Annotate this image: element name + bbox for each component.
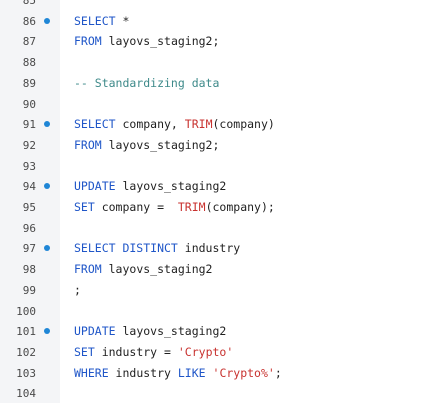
code-token: WHERE (74, 365, 109, 380)
code-token: TRIM (177, 200, 206, 214)
code-text[interactable]: FROM layovs_staging2; (74, 135, 219, 156)
code-token: LIKE (177, 365, 206, 380)
code-line[interactable]: 93 (0, 156, 424, 177)
code-line[interactable]: 102 SET industry = 'Crypto' (0, 342, 424, 363)
code-text[interactable]: WHERE industry LIKE 'Crypto%'; (74, 363, 282, 384)
code-token: SET (74, 200, 95, 214)
code-token: layovs_staging2 (115, 179, 227, 194)
statement-marker-icon[interactable] (44, 121, 50, 128)
code-line[interactable]: 99; (0, 280, 424, 301)
line-number: 98 (22, 263, 36, 277)
statement-marker-icon[interactable] (44, 17, 50, 24)
code-text[interactable]: SELECT * (74, 11, 129, 32)
line-number: 86 (22, 14, 36, 28)
code-token: SELECT DISTINCT (74, 241, 178, 256)
code-token: 'Crypto%' (212, 365, 275, 380)
line-number: 88 (22, 56, 36, 70)
code-token: FROM (74, 262, 102, 277)
code-line[interactable]: 101 UPDATE layovs_staging2 (0, 321, 424, 342)
code-line[interactable]: 98 FROM layovs_staging2 (0, 259, 424, 280)
code-token: (company) (212, 117, 275, 132)
code-text[interactable]: UPDATE layovs_staging2 (74, 176, 226, 197)
code-line[interactable]: 104 (0, 383, 424, 403)
code-text[interactable]: UPDATE layovs_staging2 (74, 321, 226, 342)
code-text[interactable]: FROM layovs_staging2 (74, 259, 212, 280)
line-number: 103 (16, 366, 36, 380)
line-number: 93 (22, 159, 36, 173)
code-text[interactable]: SELECT company, TRIM(company) (74, 114, 275, 135)
line-number: 94 (22, 180, 36, 194)
code-token: SELECT (74, 117, 116, 132)
code-token: layovs_staging2 (115, 324, 227, 339)
line-number: 99 (22, 283, 36, 297)
code-token: -- Standardizing data (74, 75, 220, 90)
statement-marker-icon[interactable] (44, 245, 50, 252)
code-line[interactable]: 92 FROM layovs_staging2; (0, 135, 424, 156)
line-number: 92 (22, 138, 36, 152)
line-number: 91 (22, 118, 36, 132)
code-text[interactable]: FROM layovs_staging2; (74, 31, 219, 52)
code-token: layovs_staging2 (101, 262, 213, 277)
code-token: * (115, 13, 130, 28)
code-line[interactable]: 88 (0, 52, 424, 73)
code-line[interactable]: 90 (0, 94, 424, 115)
code-token: company, (115, 117, 185, 132)
line-number: 104 (16, 387, 36, 401)
line-number: 96 (22, 221, 36, 235)
code-text[interactable]: SELECT DISTINCT industry (74, 238, 240, 259)
code-text[interactable]: ; (74, 280, 81, 301)
code-line[interactable]: 85 (0, 0, 424, 11)
code-line[interactable]: 87 FROM layovs_staging2; (0, 31, 424, 52)
sql-editor[interactable]: 85 86 SELECT * 87 FROM layovs_staging2; 88 89 -… (0, 0, 424, 403)
code-token: industry = (94, 344, 178, 359)
code-text[interactable]: SET company = TRIM(company); (74, 197, 275, 218)
code-token: company = (94, 200, 178, 214)
line-number: 89 (22, 76, 36, 90)
code-line[interactable]: 89 -- Standardizing data (0, 73, 424, 94)
line-number: 87 (22, 35, 36, 49)
code-token: UPDATE (74, 324, 116, 339)
code-token: UPDATE (74, 179, 116, 194)
line-number: 102 (16, 345, 36, 359)
line-number: 90 (22, 97, 36, 111)
code-token: industry (108, 365, 178, 380)
code-token: 'Crypto' (177, 344, 234, 359)
code-line[interactable]: 86 SELECT * (0, 11, 424, 32)
code-line[interactable]: 96 (0, 218, 424, 239)
code-line[interactable]: 94 UPDATE layovs_staging2 (0, 176, 424, 197)
code-token: industry (177, 241, 241, 256)
code-text[interactable]: -- Standardizing data (74, 73, 219, 94)
statement-marker-icon[interactable] (44, 183, 50, 190)
code-line[interactable]: 100 (0, 301, 424, 322)
code-token: SET (74, 344, 95, 359)
statement-marker-icon[interactable] (44, 328, 50, 335)
code-line[interactable]: 91 SELECT company, TRIM(company) (0, 114, 424, 135)
code-text[interactable]: SET industry = 'Crypto' (74, 342, 233, 363)
line-number: 97 (22, 242, 36, 256)
code-token: layovs_staging2; (101, 34, 220, 49)
code-token: SELECT (74, 13, 116, 28)
code-token: layovs_staging2; (101, 137, 220, 152)
code-token: FROM (74, 137, 102, 152)
code-line[interactable]: 95 SET company = TRIM(company); (0, 197, 424, 218)
line-number: 85 (22, 0, 36, 7)
code-line[interactable]: 97 SELECT DISTINCT industry (0, 238, 424, 259)
code-token: FROM (74, 34, 102, 49)
code-line[interactable]: 103 WHERE industry LIKE 'Crypto%'; (0, 363, 424, 384)
line-number: 100 (16, 304, 36, 318)
code-token: ; (274, 365, 282, 380)
code-token: TRIM (184, 117, 213, 132)
line-number: 101 (16, 325, 36, 339)
code-token: (company); (205, 200, 275, 214)
line-number: 95 (22, 201, 36, 214)
code-token: ; (74, 282, 81, 297)
